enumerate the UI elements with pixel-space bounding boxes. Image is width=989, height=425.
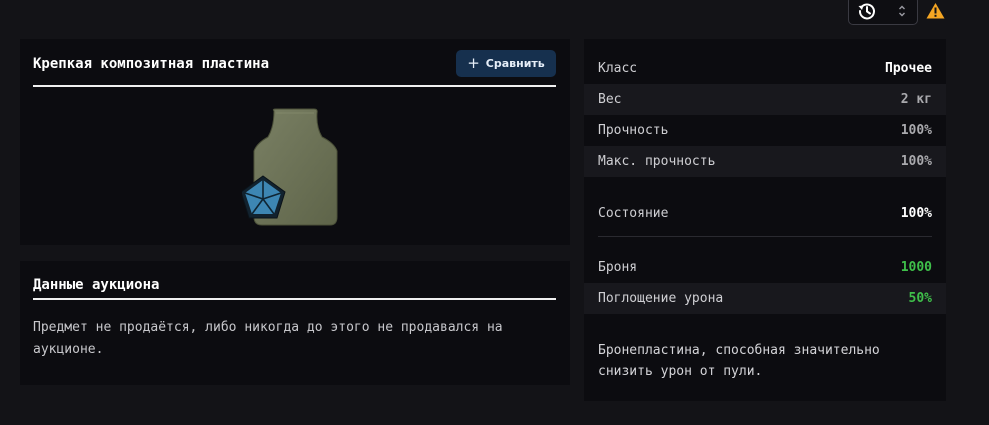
chevron-up-down-icon bbox=[899, 5, 905, 16]
stat-row-armor: Броня 1000 bbox=[584, 252, 946, 283]
item-description: Бронепластина, способная значительно сни… bbox=[598, 343, 880, 379]
compare-button-label: Сравнить bbox=[485, 57, 545, 70]
stat-row-max-durability: Макс. прочность 100% bbox=[584, 146, 946, 177]
stats-divider bbox=[598, 236, 932, 237]
stat-label: Броня bbox=[598, 260, 638, 275]
stat-row-condition: Состояние 100% bbox=[584, 198, 946, 229]
stat-value: 100% bbox=[900, 123, 932, 138]
stat-label: Прочность bbox=[598, 123, 669, 138]
history-clock-icon bbox=[858, 2, 875, 19]
stat-value: 2 кг bbox=[900, 92, 932, 107]
stat-label: Состояние bbox=[598, 206, 669, 221]
stat-row-class: Класс Прочее bbox=[584, 53, 946, 84]
item-title: Крепкая композитная пластина bbox=[33, 56, 270, 72]
stat-value: Прочее bbox=[885, 61, 932, 76]
stat-value: 50% bbox=[908, 291, 932, 306]
auction-panel: Данные аукциона Предмет не продаётся, ли… bbox=[20, 261, 570, 385]
top-bar bbox=[0, 0, 989, 30]
title-divider bbox=[33, 85, 556, 87]
auction-title-divider bbox=[33, 298, 556, 300]
stat-label: Класс bbox=[598, 61, 638, 76]
auction-status-text: Предмет не продаётся, либо никогда до эт… bbox=[33, 320, 503, 357]
item-panel: Крепкая композитная пластина + Сравнить bbox=[20, 39, 570, 245]
stat-value: 1000 bbox=[900, 260, 932, 275]
stat-value: 100% bbox=[900, 206, 932, 221]
stats-panel: Класс Прочее Вес 2 кг Прочность 100% Мак… bbox=[584, 39, 946, 401]
plus-icon: + bbox=[467, 53, 480, 72]
stat-value: 100% bbox=[900, 154, 932, 169]
stat-label: Поглощение урона bbox=[598, 291, 724, 306]
stat-label: Макс. прочность bbox=[598, 154, 716, 169]
armor-plate-icon bbox=[242, 108, 338, 226]
compare-button[interactable]: + Сравнить bbox=[456, 50, 556, 77]
warning-triangle-icon[interactable] bbox=[926, 2, 945, 19]
auction-title: Данные аукциона bbox=[33, 277, 160, 293]
stat-label: Вес bbox=[598, 92, 622, 107]
stat-row-damage-absorption: Поглощение урона 50% bbox=[584, 283, 946, 314]
stat-row-durability: Прочность 100% bbox=[584, 115, 946, 146]
stat-row-weight: Вес 2 кг bbox=[584, 84, 946, 115]
history-selector[interactable] bbox=[848, 0, 918, 25]
